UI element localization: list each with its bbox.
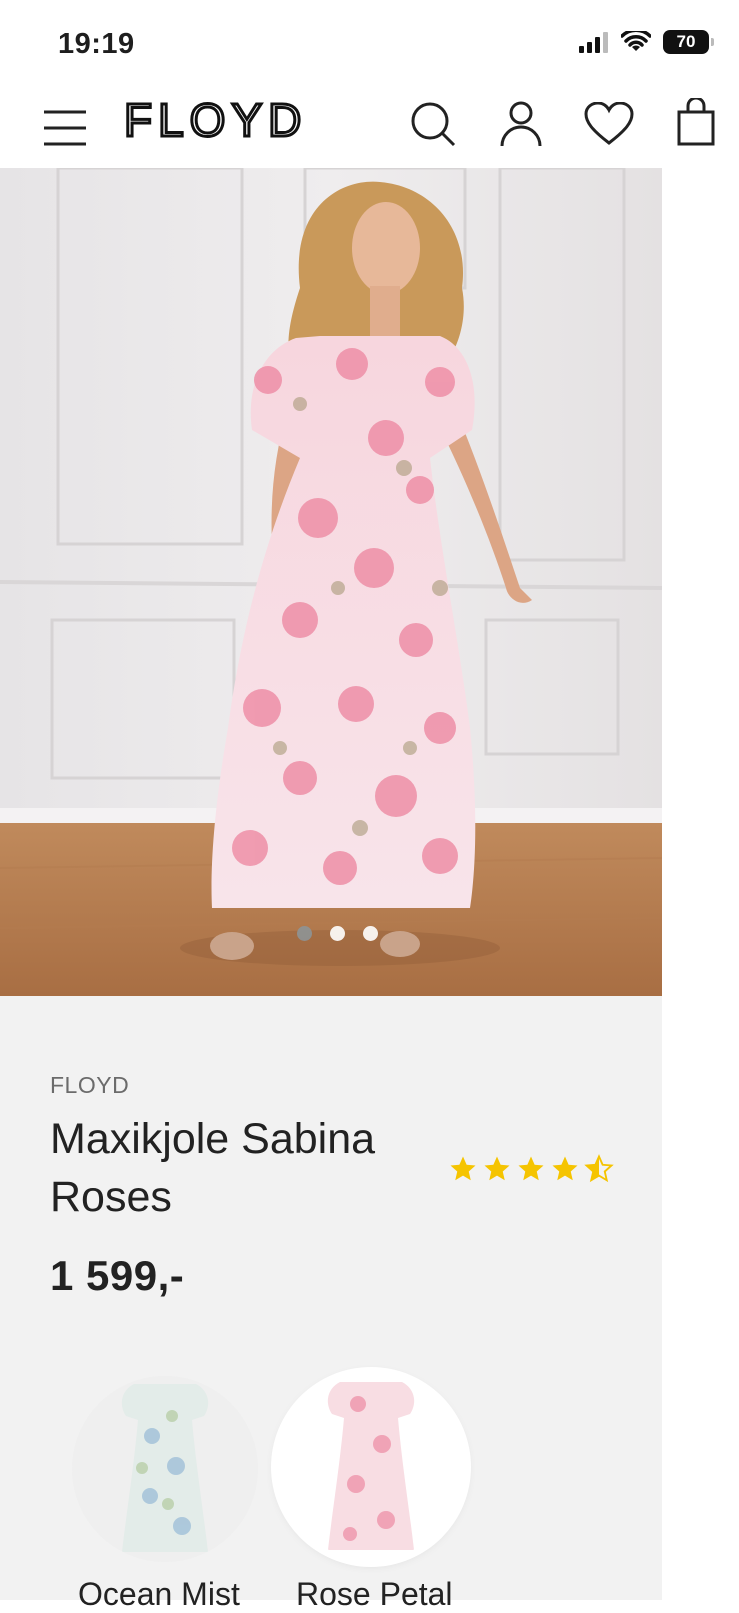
product-photo (0, 168, 662, 996)
wifi-icon (621, 31, 651, 51)
color-variants: Ocean Mist Rose Petal (0, 1374, 662, 1612)
star-icon (450, 1156, 476, 1181)
product-info: FLOYD Maxikjole Sabina Roses 1 599,- Oce… (0, 996, 662, 1612)
half-star-icon (584, 1154, 614, 1183)
product-price: 1 599,- (50, 1252, 185, 1299)
bag-icon[interactable] (676, 92, 716, 152)
signal-icon (579, 32, 608, 53)
floyd-logo[interactable]: FLOYD (123, 93, 374, 149)
cart-area (662, 88, 739, 168)
pagination-dot-2[interactable] (329, 926, 345, 941)
status-bar: 19:19 70 (0, 0, 739, 88)
variant-thumbnail (72, 1376, 258, 1562)
status-time: 19:19 (58, 28, 135, 60)
variant-ocean-mist[interactable] (72, 1376, 258, 1562)
variant-label-rose-petal[interactable]: Rose Petal (296, 1576, 453, 1613)
product-title: Maxikjole Sabina Roses (50, 1115, 376, 1221)
search-icon[interactable] (408, 94, 458, 154)
pagination-dot-1[interactable] (296, 926, 312, 941)
star-icon (484, 1156, 510, 1181)
logo-text: FLOYD (124, 96, 307, 144)
variant-label-ocean-mist[interactable]: Ocean Mist (78, 1576, 240, 1613)
account-icon[interactable] (496, 94, 546, 154)
variant-thumbnail (278, 1374, 464, 1560)
pagination-dot-3[interactable] (362, 926, 378, 941)
site-header: FLOYD (0, 88, 662, 168)
battery-level: 70 (676, 32, 696, 51)
product-brand[interactable]: FLOYD (50, 1072, 129, 1099)
image-pagination (0, 926, 662, 941)
product-rating[interactable] (448, 1154, 614, 1184)
heart-icon[interactable] (584, 94, 634, 154)
status-icons: 70 (579, 30, 714, 54)
page-edge (662, 168, 739, 1600)
star-icon (518, 1156, 544, 1181)
menu-icon[interactable] (40, 98, 90, 158)
star-icon (552, 1156, 578, 1181)
battery-icon: 70 (663, 30, 714, 54)
variant-rose-petal[interactable] (278, 1374, 464, 1560)
product-image[interactable] (0, 168, 662, 996)
